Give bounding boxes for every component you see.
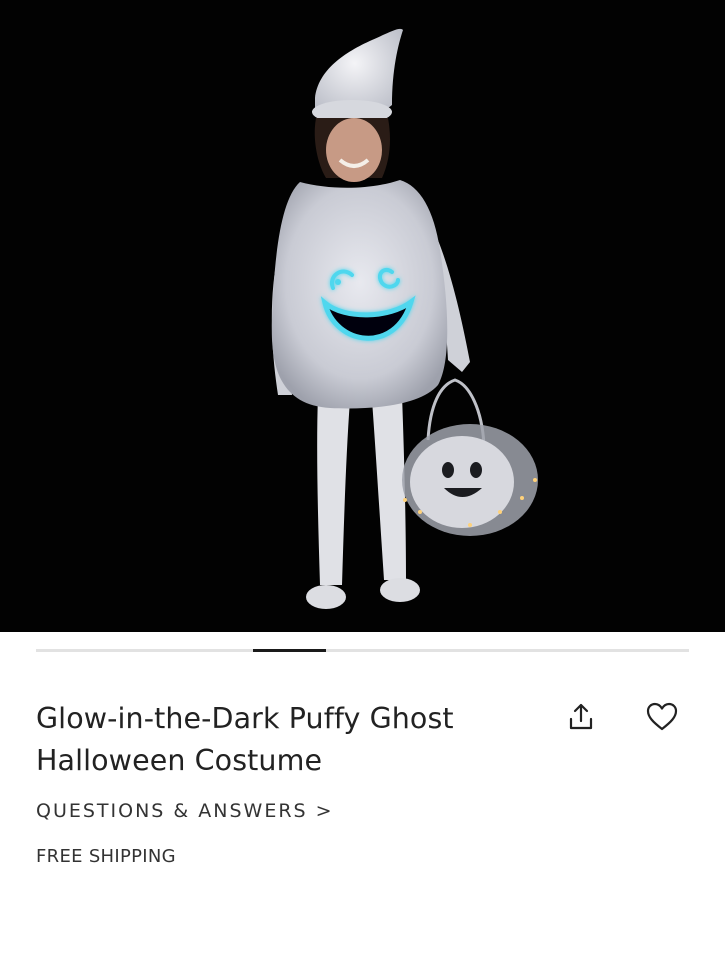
wishlist-button[interactable]: [642, 697, 682, 737]
carousel-active-indicator: [253, 649, 326, 652]
product-image[interactable]: [0, 0, 725, 632]
heart-icon: [646, 702, 678, 731]
product-title: Glow-in-the-Dark Puffy Ghost Halloween C…: [36, 702, 454, 777]
share-icon: [569, 703, 593, 730]
questions-answers-link[interactable]: QUESTIONS & ANSWERS >: [36, 800, 334, 822]
share-button[interactable]: [561, 697, 601, 737]
carousel-progress[interactable]: [36, 649, 689, 652]
ghost-costume-photo: [0, 0, 725, 632]
free-shipping-label: FREE SHIPPING: [36, 846, 176, 867]
